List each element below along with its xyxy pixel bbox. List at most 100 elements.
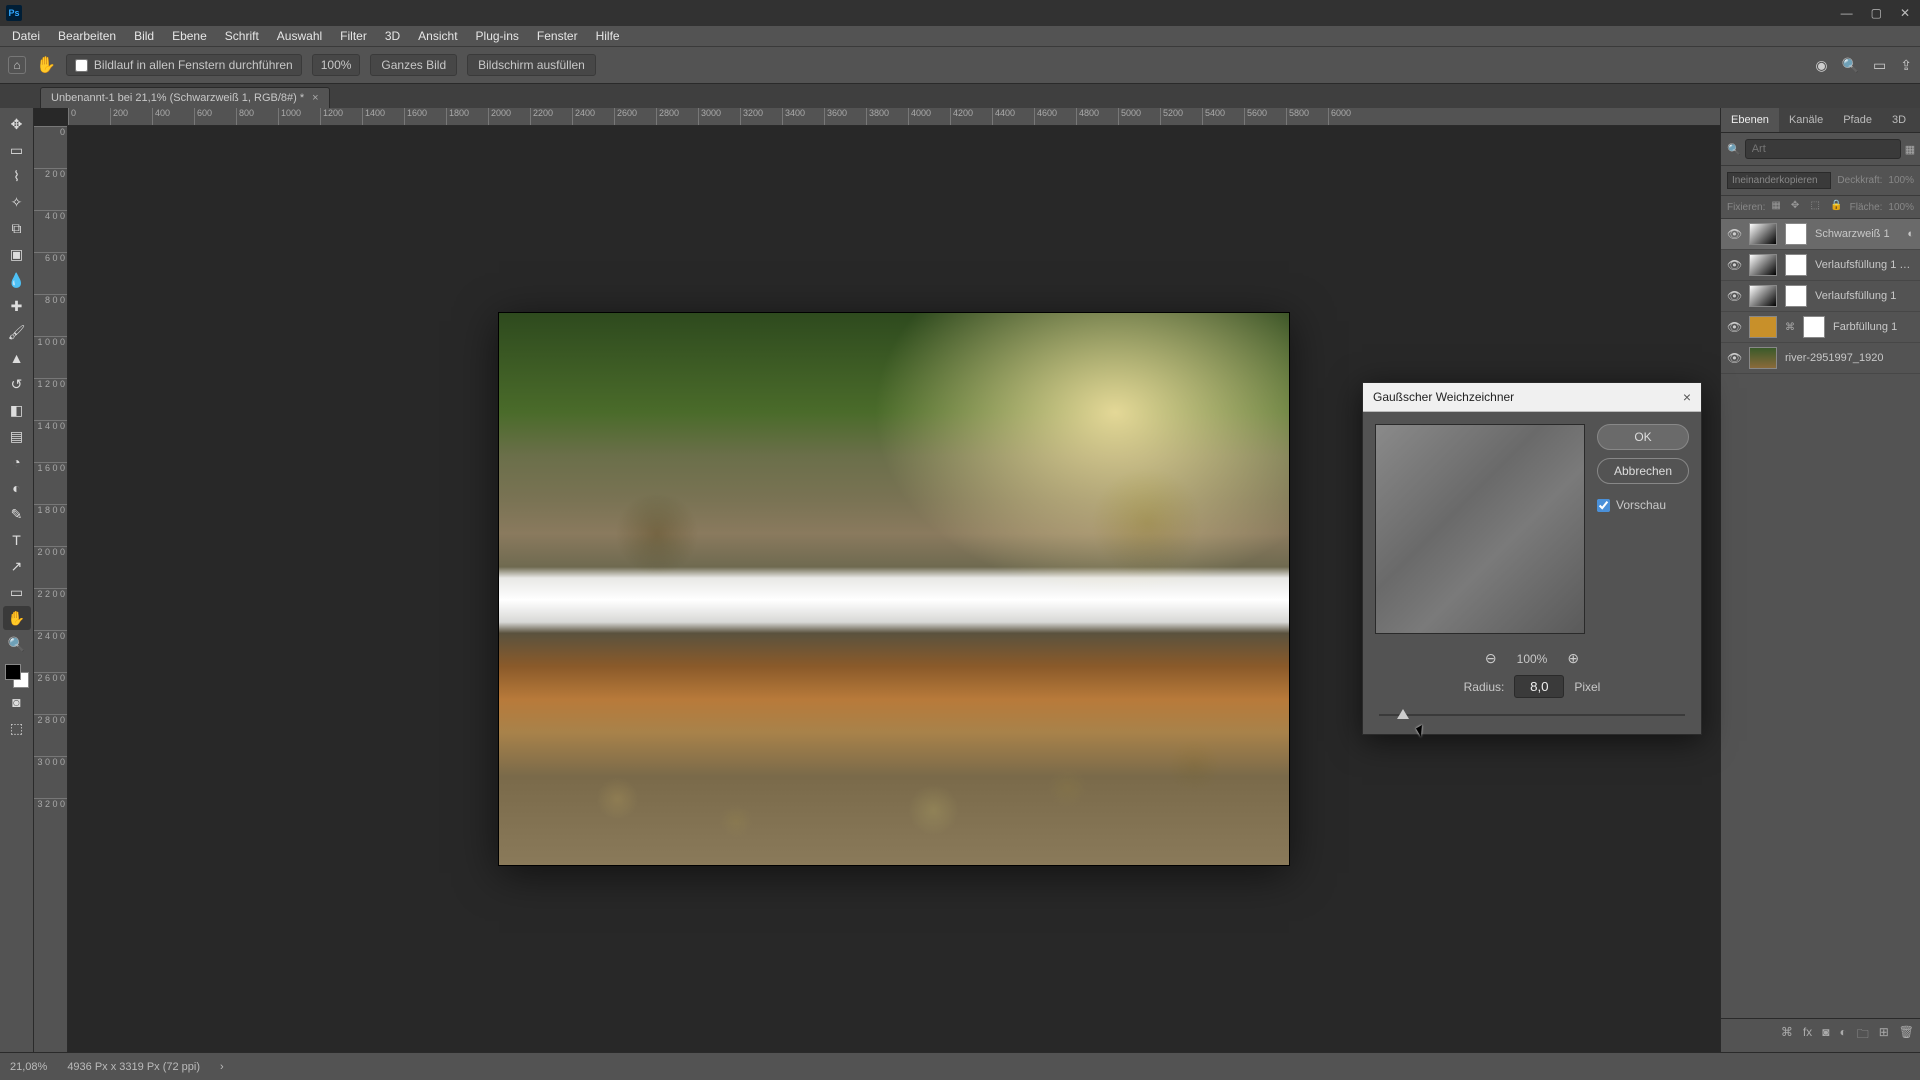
hand-tool-icon[interactable]: ✋ — [36, 55, 56, 75]
color-swatch[interactable] — [5, 664, 29, 688]
heal-tool-icon[interactable]: ✚ — [3, 294, 31, 318]
ok-button[interactable]: OK — [1597, 424, 1689, 450]
crop-tool-icon[interactable]: ⧉ — [3, 216, 31, 240]
quickmask-icon[interactable]: ◙ — [3, 690, 31, 714]
layer-row[interactable]: 👁Verlaufsfüllung 1 Kopie — [1721, 250, 1920, 281]
fill-value[interactable]: 100% — [1888, 202, 1914, 213]
delete-layer-icon[interactable]: 🗑 — [1899, 1025, 1914, 1046]
shape-tool-icon[interactable]: ▭ — [3, 580, 31, 604]
layer-row[interactable]: 👁 Verlaufsfüllung 1 — [1721, 281, 1920, 312]
adjustment-layer-icon[interactable]: ◐ — [1839, 1025, 1846, 1046]
layer-name[interactable]: Verlaufsfüllung 1 Kopie — [1815, 259, 1914, 271]
maximize-icon[interactable]: ▢ — [1871, 6, 1882, 20]
zoom-out-icon[interactable]: ⊖ — [1485, 650, 1497, 667]
dialog-titlebar[interactable]: Gaußscher Weichzeichner × — [1363, 383, 1701, 412]
history-brush-icon[interactable]: ↺ — [3, 372, 31, 396]
lock-all-icon[interactable]: 🔒 — [1830, 200, 1844, 214]
visibility-icon[interactable]: 👁 — [1727, 351, 1741, 365]
menu-auswahl[interactable]: Auswahl — [269, 27, 330, 45]
menu-3d[interactable]: 3D — [377, 27, 408, 45]
path-tool-icon[interactable]: ↗ — [3, 554, 31, 578]
gradient-tool-icon[interactable]: ▤ — [3, 424, 31, 448]
visibility-icon[interactable]: 👁 — [1727, 320, 1741, 334]
eyedropper-tool-icon[interactable]: 💧 — [3, 268, 31, 292]
zoom-tool-icon[interactable]: 🔍 — [3, 632, 31, 656]
move-tool-icon[interactable]: ✥ — [3, 112, 31, 136]
search-icon[interactable]: 🔍 — [1842, 57, 1859, 74]
workspace-icon[interactable]: ▭ — [1873, 57, 1886, 74]
link-layers-icon[interactable]: ⌘ — [1781, 1025, 1793, 1046]
layer-row[interactable]: 👁 ⌘ Farbfüllung 1 — [1721, 312, 1920, 343]
menu-bild[interactable]: Bild — [126, 27, 162, 45]
layer-mask-thumbnail[interactable] — [1785, 223, 1807, 245]
type-tool-icon[interactable]: T — [3, 528, 31, 552]
link-icon[interactable]: ⌘ — [1785, 322, 1795, 333]
adjustment-icon[interactable]: ◐ — [1907, 228, 1914, 240]
layer-row[interactable]: 👁 Schwarzweiß 1 ◐ — [1721, 219, 1920, 250]
close-icon[interactable]: ✕ — [1900, 6, 1910, 20]
lock-artboard-icon[interactable]: ⬚ — [1810, 200, 1824, 214]
layer-name[interactable]: Verlaufsfüllung 1 — [1815, 290, 1914, 302]
lock-position-icon[interactable]: ✥ — [1791, 200, 1805, 214]
layer-group-icon[interactable]: 🗀 — [1857, 1025, 1869, 1046]
new-layer-icon[interactable]: ⊞ — [1879, 1025, 1889, 1046]
menu-fenster[interactable]: Fenster — [529, 27, 586, 45]
visibility-icon[interactable]: 👁 — [1727, 289, 1741, 303]
hand-tool-icon[interactable]: ✋ — [3, 606, 31, 630]
document-image[interactable] — [499, 313, 1289, 865]
panel-tab-ebenen[interactable]: Ebenen — [1721, 108, 1779, 132]
menu-bearbeiten[interactable]: Bearbeiten — [50, 27, 124, 45]
document-tab[interactable]: Unbenannt-1 bei 21,1% (Schwarzweiß 1, RG… — [40, 87, 330, 108]
search-icon[interactable]: 🔍 — [1727, 141, 1741, 157]
fit-screen-button[interactable]: Ganzes Bild — [370, 54, 457, 76]
radius-slider[interactable] — [1379, 708, 1685, 722]
layer-mask-thumbnail[interactable] — [1785, 254, 1807, 276]
dialog-close-icon[interactable]: × — [1683, 389, 1691, 405]
cloud-icon[interactable]: ◉ — [1815, 57, 1827, 74]
blend-mode-select[interactable] — [1727, 172, 1831, 189]
layer-name[interactable]: Farbfüllung 1 — [1833, 321, 1914, 333]
layer-row[interactable]: 👁river-2951997_1920 — [1721, 343, 1920, 374]
stamp-tool-icon[interactable]: ▲ — [3, 346, 31, 370]
preview-checkbox[interactable]: Vorschau — [1597, 498, 1689, 512]
layer-mask-thumbnail[interactable] — [1785, 285, 1807, 307]
menu-plug-ins[interactable]: Plug-ins — [468, 27, 527, 45]
share-icon[interactable]: ⇪ — [1900, 57, 1912, 74]
layer-fx-icon[interactable]: fx — [1803, 1025, 1812, 1046]
minimize-icon[interactable]: — — [1841, 6, 1853, 20]
marquee-tool-icon[interactable]: ▭ — [3, 138, 31, 162]
panel-tab-3d[interactable]: 3D — [1882, 108, 1916, 132]
layer-thumbnail[interactable] — [1749, 254, 1777, 276]
layer-thumbnail[interactable] — [1749, 347, 1777, 369]
layer-mask-icon[interactable]: ◙ — [1822, 1025, 1829, 1046]
close-tab-icon[interactable]: × — [312, 92, 318, 104]
lock-pixels-icon[interactable]: ▦ — [1771, 200, 1785, 214]
layer-thumbnail[interactable] — [1749, 316, 1777, 338]
panel-tab-kanäle[interactable]: Kanäle — [1779, 108, 1833, 132]
brush-tool-icon[interactable]: 🖌 — [3, 320, 31, 344]
zoom-in-icon[interactable]: ⊕ — [1567, 650, 1579, 667]
menu-schrift[interactable]: Schrift — [217, 27, 267, 45]
zoom-value[interactable]: 100% — [312, 54, 361, 76]
status-zoom[interactable]: 21,08% — [10, 1061, 47, 1073]
scroll-all-checkbox[interactable]: Bildlauf in allen Fenstern durchführen — [66, 54, 302, 76]
menu-hilfe[interactable]: Hilfe — [588, 27, 628, 45]
cancel-button[interactable]: Abbrechen — [1597, 458, 1689, 484]
pen-tool-icon[interactable]: ✎ — [3, 502, 31, 526]
panel-tab-pfade[interactable]: Pfade — [1833, 108, 1882, 132]
layer-thumbnail[interactable] — [1749, 285, 1777, 307]
eraser-tool-icon[interactable]: ◧ — [3, 398, 31, 422]
dialog-preview[interactable] — [1375, 424, 1585, 634]
blur-tool-icon[interactable]: ◔ — [3, 450, 31, 474]
status-chevron-icon[interactable]: › — [220, 1061, 224, 1073]
layer-filter-input[interactable] — [1745, 139, 1901, 159]
menu-datei[interactable]: Datei — [4, 27, 48, 45]
fill-screen-button[interactable]: Bildschirm ausfüllen — [467, 54, 596, 76]
dodge-tool-icon[interactable]: ◐ — [3, 476, 31, 500]
menu-ebene[interactable]: Ebene — [164, 27, 215, 45]
layer-name[interactable]: Schwarzweiß 1 — [1815, 228, 1899, 240]
visibility-icon[interactable]: 👁 — [1727, 227, 1741, 241]
wand-tool-icon[interactable]: ✧ — [3, 190, 31, 214]
layer-mask-thumbnail[interactable] — [1803, 316, 1825, 338]
radius-input[interactable] — [1514, 675, 1564, 698]
